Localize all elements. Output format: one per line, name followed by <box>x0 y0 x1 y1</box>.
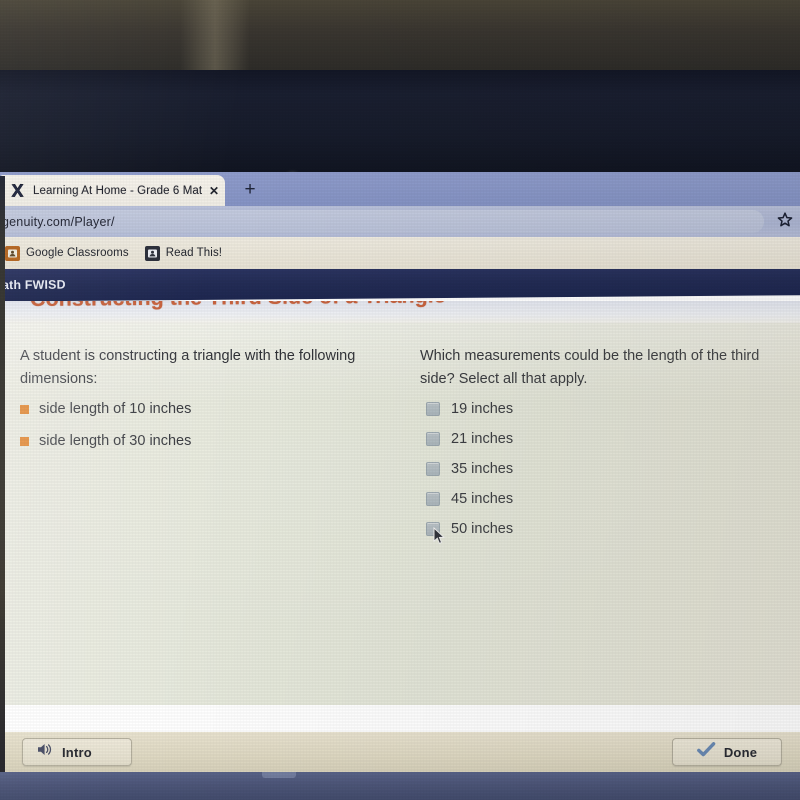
checkmark-icon <box>696 741 716 763</box>
choice-label: 50 inches <box>451 520 514 537</box>
choice-list: 19 inches 21 inches 35 inches 45 inches … <box>426 401 778 544</box>
list-item: side length of 30 inches <box>20 431 376 451</box>
choice-label: 45 inches <box>451 490 514 507</box>
checkbox-icon[interactable] <box>426 491 440 506</box>
bookmark-folder-icon <box>144 245 160 261</box>
intro-button-label: Intro <box>62 744 92 760</box>
screen-left-edge <box>0 176 5 772</box>
checkbox-icon[interactable] <box>426 461 440 476</box>
bullet-square-icon <box>20 437 29 447</box>
answer-panel: Which measurements could be the length o… <box>400 323 800 705</box>
edgenuity-x-icon <box>8 182 26 200</box>
browser-tab-title: Learning At Home - Grade 6 Mat <box>33 184 203 197</box>
choice-35-inches[interactable]: 35 inches <box>426 461 778 477</box>
dimensions-list: side length of 10 inches side length of … <box>20 399 376 452</box>
bookmark-label: Google Classrooms <box>26 247 129 259</box>
page-title: Constructing the Third Side of a Triangl… <box>30 301 446 312</box>
question-stem-panel: A student is constructing a triangle wit… <box>0 323 400 705</box>
choice-label: 35 inches <box>451 460 514 477</box>
choice-19-inches[interactable]: 19 inches <box>426 401 778 417</box>
laptop-bezel <box>0 70 800 192</box>
bookmark-read-this[interactable]: Read This! <box>144 245 223 261</box>
browser-tab-strip: Learning At Home - Grade 6 Mat ✕ + <box>0 172 800 206</box>
address-bar[interactable]: genuity.com/Player/ <box>0 210 764 233</box>
list-item: side length of 10 inches <box>20 399 376 419</box>
browser-window: Learning At Home - Grade 6 Mat ✕ + genui… <box>0 172 800 732</box>
done-button-label: Done <box>723 744 758 760</box>
list-item-label: side length of 10 inches <box>39 400 192 417</box>
wall-light-streak <box>180 0 250 78</box>
done-button[interactable]: Done <box>672 738 782 766</box>
lesson-content: A student is constructing a triangle wit… <box>0 323 800 705</box>
list-item-label: side length of 30 inches <box>39 433 192 450</box>
lesson-title-bar: Constructing the Third Side of a Triangl… <box>0 301 800 323</box>
speaker-icon <box>37 742 54 762</box>
choice-45-inches[interactable]: 45 inches <box>426 491 778 507</box>
bullet-square-icon <box>20 404 29 414</box>
bookmarks-bar: Google Classrooms Read This! <box>0 237 800 269</box>
choice-label: 21 inches <box>451 430 514 447</box>
checkbox-icon[interactable] <box>426 521 440 536</box>
checkbox-icon[interactable] <box>426 401 440 416</box>
intro-button[interactable]: Intro <box>22 738 132 766</box>
choice-50-inches[interactable]: 50 inches <box>426 520 778 544</box>
url-text: genuity.com/Player/ <box>2 214 115 229</box>
laptop-screen-photo: Learning At Home - Grade 6 Mat ✕ + genui… <box>0 0 800 800</box>
browser-tab[interactable]: Learning At Home - Grade 6 Mat ✕ <box>0 175 225 206</box>
star-icon[interactable] <box>776 211 794 229</box>
new-tab-button[interactable]: + <box>240 180 260 200</box>
edgenuity-page: ath FWISD Constructing the Third Side of… <box>0 269 800 732</box>
navbar-title: ath FWISD <box>2 277 66 293</box>
close-icon[interactable]: ✕ <box>209 184 219 198</box>
question-text: Which measurements could be the length o… <box>420 348 760 387</box>
background-wall <box>0 0 800 78</box>
lesson-footer: Intro Done <box>0 732 800 774</box>
taskbar-indicator <box>262 772 296 778</box>
question-prompt: A student is constructing a triangle wit… <box>20 348 356 387</box>
choice-label: 19 inches <box>451 400 514 417</box>
app-navbar: ath FWISD <box>0 269 800 302</box>
choice-21-inches[interactable]: 21 inches <box>426 431 778 447</box>
os-taskbar <box>0 772 800 800</box>
bookmark-label: Read This! <box>165 247 223 259</box>
bookmark-folder-icon <box>5 245 20 261</box>
address-bar-row: genuity.com/Player/ <box>0 206 800 237</box>
bookmark-google-classrooms[interactable]: Google Classrooms <box>5 245 129 261</box>
checkbox-icon[interactable] <box>426 431 440 446</box>
